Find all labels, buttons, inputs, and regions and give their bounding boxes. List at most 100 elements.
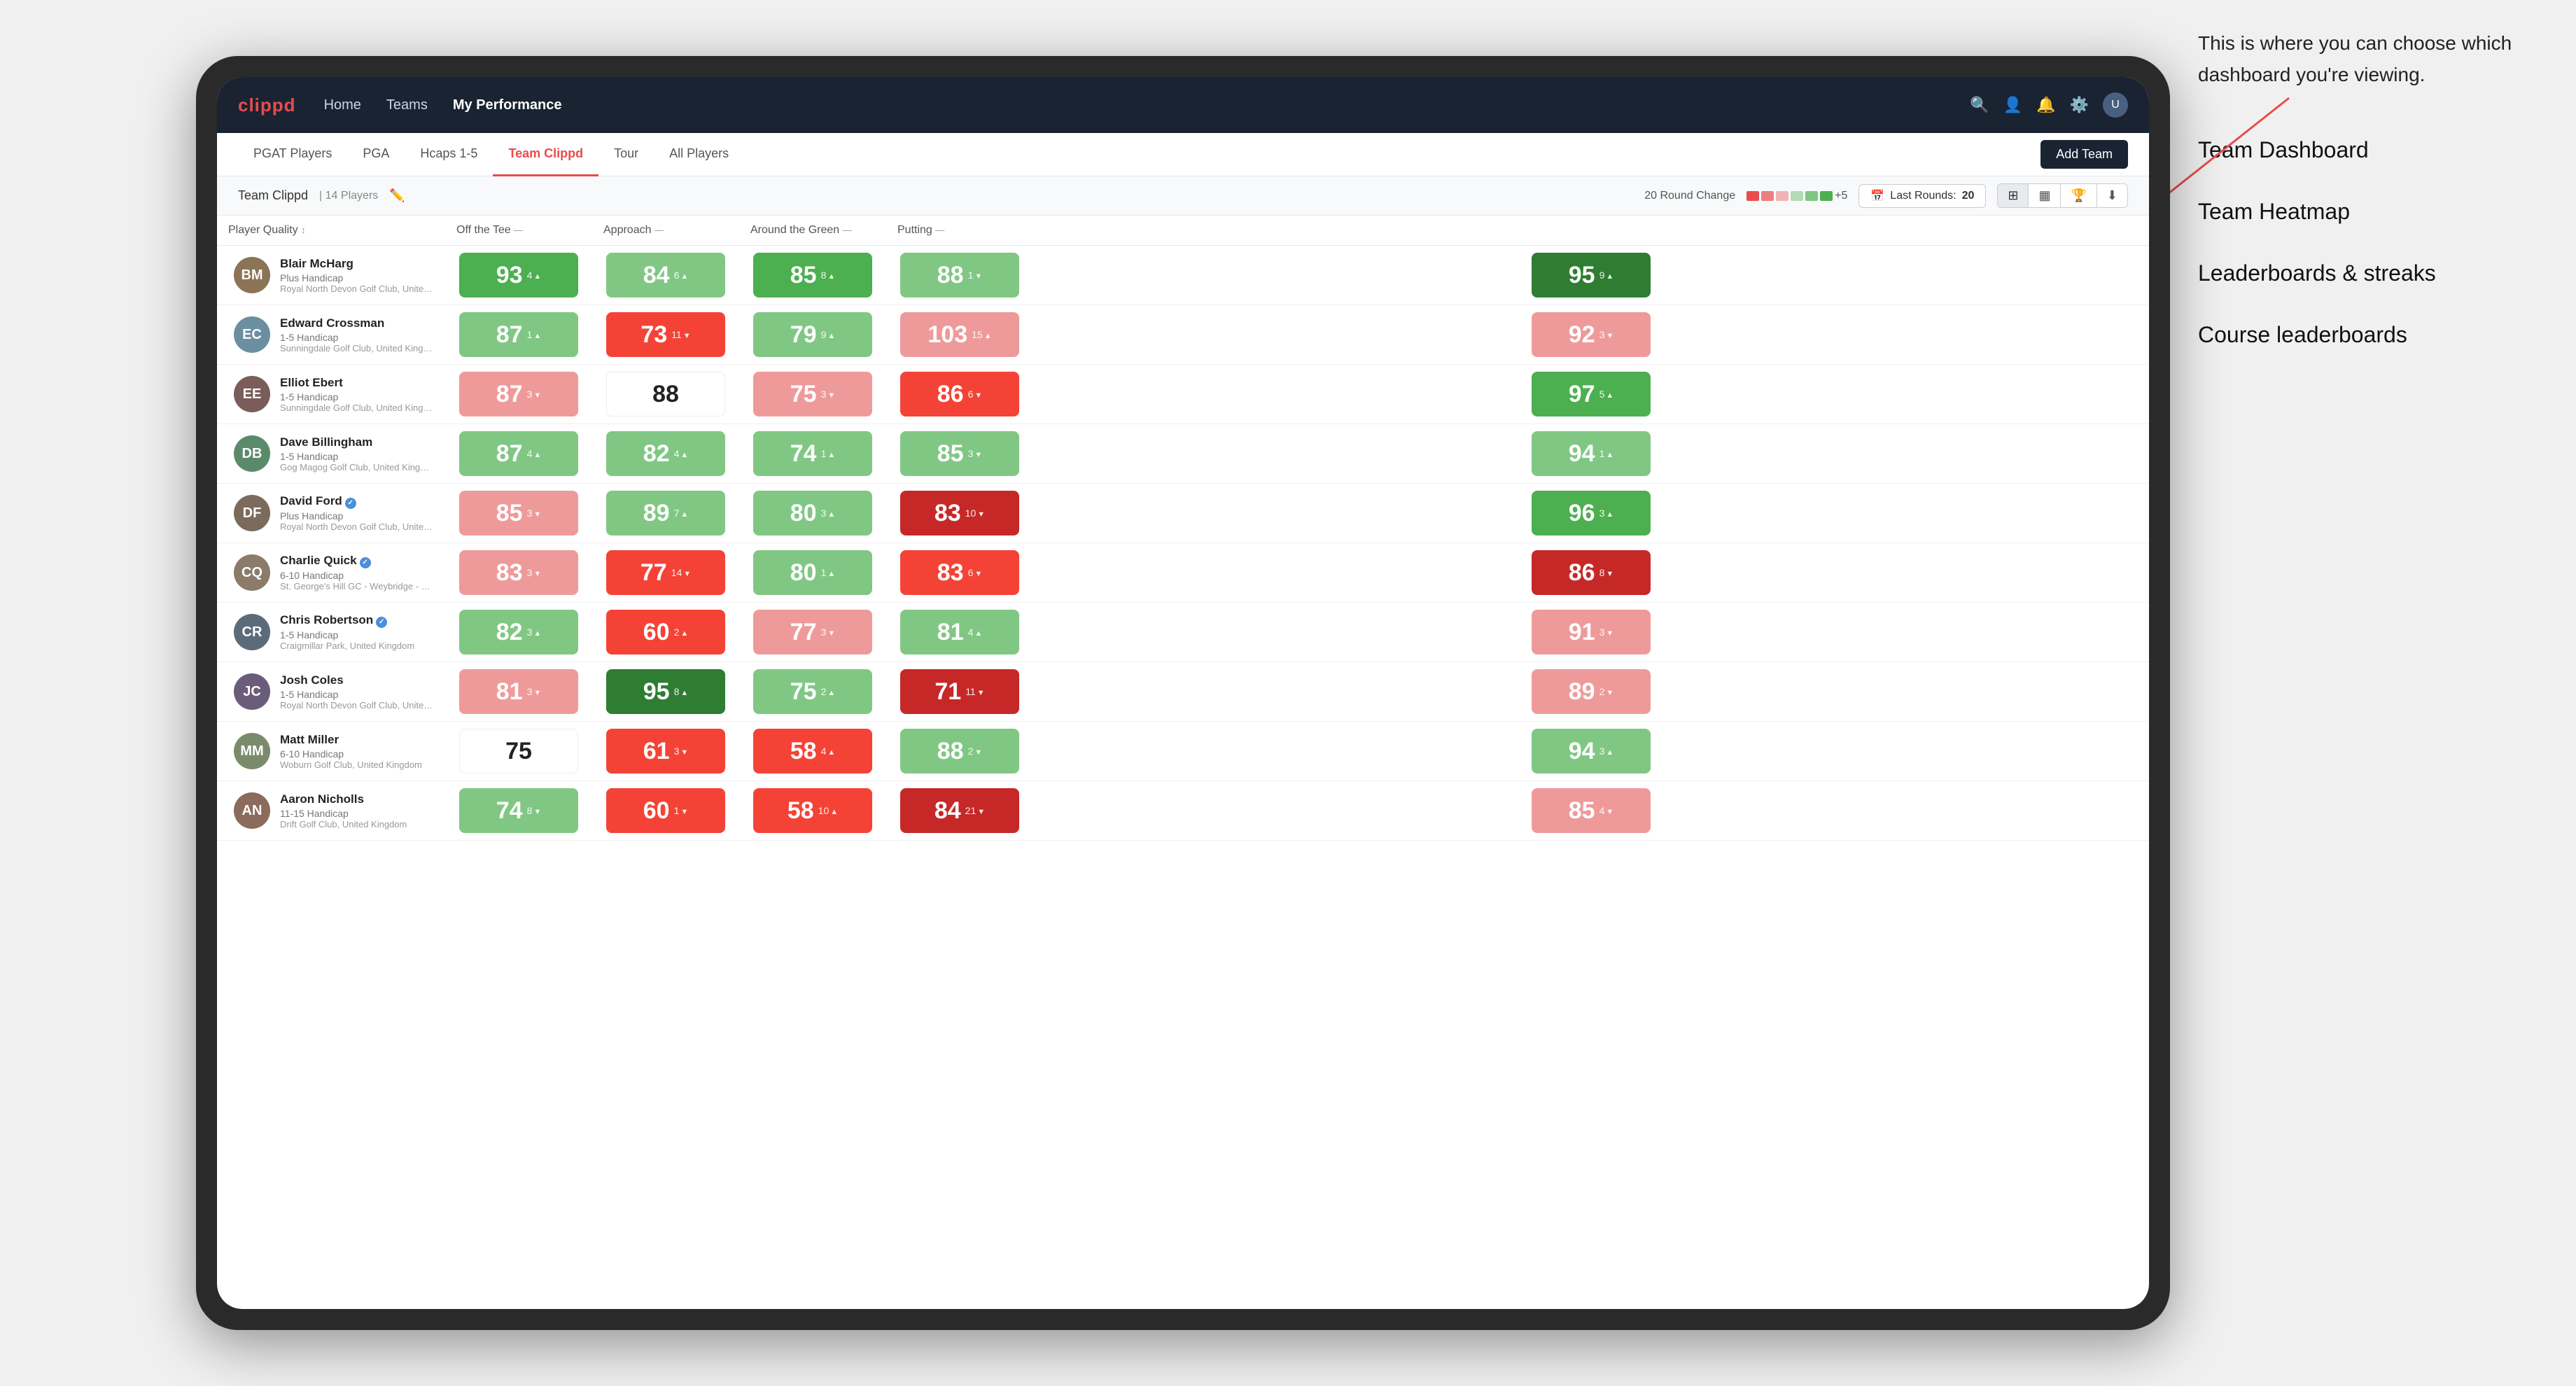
- metric-cell-1-4: 92 3: [1033, 305, 2149, 365]
- metric-box: 82 4: [606, 431, 725, 476]
- metric-value: 58: [790, 738, 817, 765]
- change-badge: 6: [674, 270, 689, 281]
- change-badge: 4: [674, 448, 689, 459]
- metric-box: 93 4: [459, 253, 578, 298]
- tab-pgat-players[interactable]: PGAT Players: [238, 133, 347, 176]
- tab-pga[interactable]: PGA: [347, 133, 405, 176]
- download-button[interactable]: ⬇: [2097, 184, 2127, 207]
- direction-arrow: [533, 507, 541, 519]
- player-cell-7[interactable]: JC Josh Coles 1-5 Handicap Royal North D…: [217, 662, 445, 722]
- nav-link-teams[interactable]: Teams: [386, 97, 428, 113]
- player-info: Matt Miller 6-10 Handicap Woburn Golf Cl…: [280, 733, 434, 770]
- last-rounds-button[interactable]: 📅 Last Rounds: 20: [1858, 184, 1986, 208]
- player-name: Matt Miller: [280, 733, 434, 747]
- player-name: Dave Billingham: [280, 435, 434, 449]
- player-cell-3[interactable]: DB Dave Billingham 1-5 Handicap Gog Mago…: [217, 424, 445, 484]
- player-avatar: EC: [234, 316, 270, 353]
- metric-cell-0-1: 84 6: [592, 246, 739, 305]
- table-row: MM Matt Miller 6-10 Handicap Woburn Golf…: [217, 722, 2149, 781]
- metric-cell-7-1: 95 8: [592, 662, 739, 722]
- metric-box: 74 8: [459, 788, 578, 833]
- direction-arrow: [680, 270, 688, 281]
- edit-icon[interactable]: ✏️: [389, 188, 405, 203]
- tab-hcaps[interactable]: Hcaps 1-5: [405, 133, 493, 176]
- player-club: Craigmillar Park, United Kingdom: [280, 640, 434, 651]
- metric-value: 77: [640, 559, 667, 587]
- tab-team-clippd[interactable]: Team Clippd: [493, 133, 598, 176]
- player-cell-2[interactable]: EE Elliot Ebert 1-5 Handicap Sunningdale…: [217, 365, 445, 424]
- player-cell-5[interactable]: CQ Charlie Quick✓ 6-10 Handicap St. Geor…: [217, 543, 445, 603]
- tab-tour[interactable]: Tour: [598, 133, 654, 176]
- metric-cell-9-2: 58 10: [739, 781, 886, 841]
- metric-box: 79 9: [753, 312, 872, 357]
- th-off-tee: Off the Tee —: [445, 216, 592, 246]
- heatmap-pos-label: +5: [1835, 190, 1847, 202]
- change-badge: 14: [671, 567, 691, 578]
- player-info: Dave Billingham 1-5 Handicap Gog Magog G…: [280, 435, 434, 472]
- direction-arrow: [827, 626, 835, 638]
- metric-cell-9-1: 60 1: [592, 781, 739, 841]
- metric-box: 83 6: [900, 550, 1019, 595]
- annotation-item-3: Leaderboards & streaks: [2198, 256, 2562, 290]
- direction-arrow: [683, 567, 691, 578]
- avatar[interactable]: U: [2103, 92, 2128, 118]
- trophy-button[interactable]: 🏆: [2061, 184, 2096, 207]
- nav-link-home[interactable]: Home: [324, 97, 361, 113]
- sort-arrow[interactable]: ↕: [301, 225, 306, 235]
- metric-cell-1-0: 87 1: [445, 305, 592, 365]
- table-row: CR Chris Robertson✓ 1-5 Handicap Craigmi…: [217, 603, 2149, 662]
- last-rounds-label: Last Rounds:: [1890, 190, 1956, 202]
- bell-icon[interactable]: 🔔: [2036, 96, 2055, 114]
- metric-value: 87: [496, 381, 523, 408]
- metric-box: 86 6: [900, 372, 1019, 416]
- search-icon[interactable]: 🔍: [1970, 96, 1989, 114]
- heatmap-neg: [1746, 191, 1759, 201]
- metric-box: 75: [459, 729, 578, 774]
- metric-value: 60: [643, 619, 670, 646]
- settings-icon[interactable]: ⚙️: [2070, 96, 2089, 114]
- metric-box: 85 4: [1532, 788, 1651, 833]
- player-cell-4[interactable]: DF David Ford✓ Plus Handicap Royal North…: [217, 484, 445, 543]
- metric-cell-6-4: 91 3: [1033, 603, 2149, 662]
- change-badge: 11: [965, 686, 984, 697]
- metric-cell-0-4: 95 9: [1033, 246, 2149, 305]
- change-badge: 3: [821, 507, 836, 519]
- metric-box: 61 3: [606, 729, 725, 774]
- metric-value: 97: [1569, 381, 1595, 408]
- metric-cell-1-2: 79 9: [739, 305, 886, 365]
- metric-value: 61: [643, 738, 670, 765]
- player-cell-0[interactable]: BM Blair McHarg Plus Handicap Royal Nort…: [217, 246, 445, 305]
- player-cell-8[interactable]: MM Matt Miller 6-10 Handicap Woburn Golf…: [217, 722, 445, 781]
- change-badge: 2: [968, 746, 983, 757]
- grid-small-button[interactable]: ⊞: [1998, 184, 2029, 207]
- direction-arrow: [680, 746, 688, 757]
- nav-link-myperformance[interactable]: My Performance: [453, 97, 562, 113]
- direction-arrow: [827, 567, 835, 578]
- verified-badge: ✓: [376, 617, 387, 628]
- metric-box: 60 1: [606, 788, 725, 833]
- change-badge: 3: [674, 746, 689, 757]
- tab-all-players[interactable]: All Players: [654, 133, 744, 176]
- player-cell-9[interactable]: AN Aaron Nicholls 11-15 Handicap Drift G…: [217, 781, 445, 841]
- annotation-intro: This is where you can choose which dashb…: [2198, 28, 2562, 91]
- metric-value: 86: [937, 381, 964, 408]
- metric-box: 94 1: [1532, 431, 1651, 476]
- table-row: BM Blair McHarg Plus Handicap Royal Nort…: [217, 246, 2149, 305]
- user-icon[interactable]: 👤: [2003, 96, 2022, 114]
- player-handicap: 1-5 Handicap: [280, 332, 434, 343]
- player-cell-1[interactable]: EC Edward Crossman 1-5 Handicap Sunningd…: [217, 305, 445, 365]
- direction-arrow: [974, 388, 982, 400]
- metric-cell-0-3: 88 1: [886, 246, 1033, 305]
- change-badge: 1: [821, 448, 836, 459]
- change-badge: 3: [1600, 329, 1614, 340]
- direction-arrow: [830, 805, 838, 816]
- player-name: David Ford✓: [280, 494, 434, 509]
- metric-value: 83: [937, 559, 964, 587]
- add-team-button[interactable]: Add Team: [2040, 140, 2128, 169]
- last-rounds-value: 20: [1962, 190, 1975, 202]
- player-cell-6[interactable]: CR Chris Robertson✓ 1-5 Handicap Craigmi…: [217, 603, 445, 662]
- player-name: Charlie Quick✓: [280, 554, 434, 568]
- grid-large-button[interactable]: ▦: [2029, 184, 2061, 207]
- metric-cell-7-3: 71 11: [886, 662, 1033, 722]
- metric-box: 92 3: [1532, 312, 1651, 357]
